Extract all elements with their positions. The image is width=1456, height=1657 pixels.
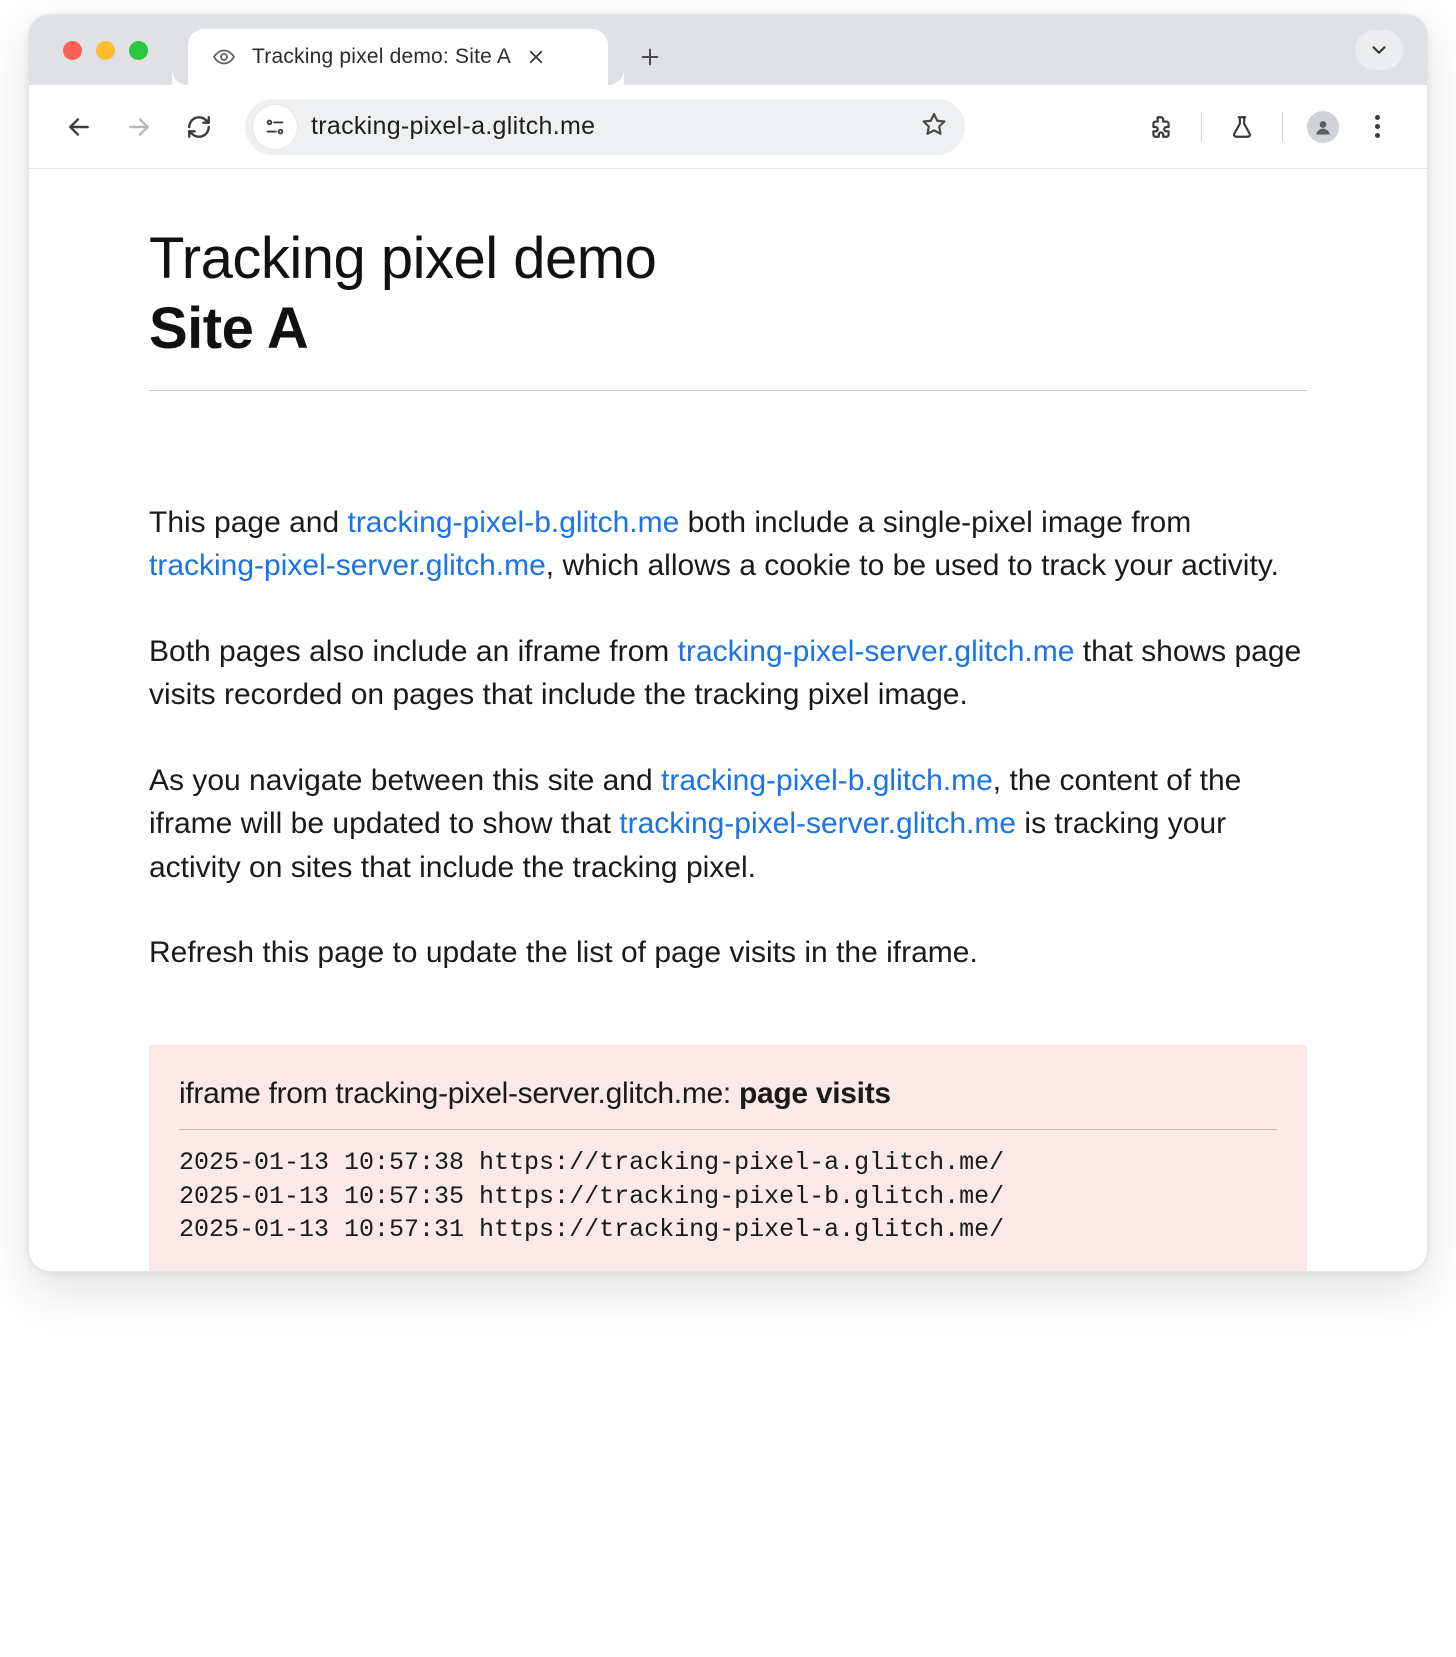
page-content: Tracking pixel demo Site A This page and… [29,169,1427,1271]
title-line-2: Site A [149,295,1307,363]
text-strong: page visits [739,1077,891,1110]
text: Both pages also include an iframe from [149,635,678,668]
browser-tab[interactable]: Tracking pixel demo: Site A [188,29,608,85]
minimize-window-button[interactable] [96,41,115,60]
site-info-button[interactable] [253,105,297,149]
chrome-menu-button[interactable] [1353,103,1401,151]
kebab-icon [1375,115,1380,138]
eye-icon [212,45,236,69]
text: As you navigate between this site and [149,764,661,797]
forward-button[interactable] [115,103,163,151]
tab-search-button[interactable] [1355,30,1403,70]
back-button[interactable] [55,103,103,151]
body-text: This page and tracking-pixel-b.glitch.me… [149,501,1307,975]
avatar-icon [1307,111,1339,143]
text: , which allows a cookie to be used to tr… [546,549,1279,582]
title-line-1: Tracking pixel demo [149,226,656,291]
visit-log: 2025-01-13 10:57:38 https://tracking-pix… [179,1146,1277,1247]
labs-button[interactable] [1218,103,1266,151]
iframe-panel: iframe from tracking-pixel-server.glitch… [149,1045,1307,1271]
zoom-window-button[interactable] [129,41,148,60]
address-bar[interactable]: tracking-pixel-a.glitch.me [245,99,965,155]
link-site-b[interactable]: tracking-pixel-b.glitch.me [347,506,679,539]
divider [1201,112,1202,142]
link-server[interactable]: tracking-pixel-server.glitch.me [619,807,1016,840]
link-site-b[interactable]: tracking-pixel-b.glitch.me [661,764,993,797]
extensions-button[interactable] [1137,103,1185,151]
page-title: Tracking pixel demo Site A [149,225,1307,364]
paragraph-2: Both pages also include an iframe from t… [149,630,1307,717]
window-controls [47,15,188,85]
new-tab-button[interactable] [628,35,672,79]
divider [179,1129,1277,1130]
text: iframe from tracking-pixel-server.glitch… [179,1077,739,1110]
close-tab-button[interactable] [527,48,545,66]
text: This page and [149,506,347,539]
iframe-title: iframe from tracking-pixel-server.glitch… [179,1077,1277,1111]
link-server[interactable]: tracking-pixel-server.glitch.me [678,635,1075,668]
reload-button[interactable] [175,103,223,151]
profile-button[interactable] [1299,103,1347,151]
divider [1282,112,1283,142]
paragraph-1: This page and tracking-pixel-b.glitch.me… [149,501,1307,588]
bookmark-button[interactable] [921,111,947,142]
url-text: tracking-pixel-a.glitch.me [311,112,595,141]
divider [149,390,1307,391]
browser-window: Tracking pixel demo: Site A [28,14,1428,1272]
toolbar: tracking-pixel-a.glitch.me [29,85,1427,169]
tab-title: Tracking pixel demo: Site A [252,45,511,69]
tab-strip: Tracking pixel demo: Site A [29,15,1427,85]
link-server[interactable]: tracking-pixel-server.glitch.me [149,549,546,582]
paragraph-4: Refresh this page to update the list of … [149,931,1307,975]
text: both include a single-pixel image from [679,506,1191,539]
close-window-button[interactable] [63,41,82,60]
paragraph-3: As you navigate between this site and tr… [149,759,1307,890]
